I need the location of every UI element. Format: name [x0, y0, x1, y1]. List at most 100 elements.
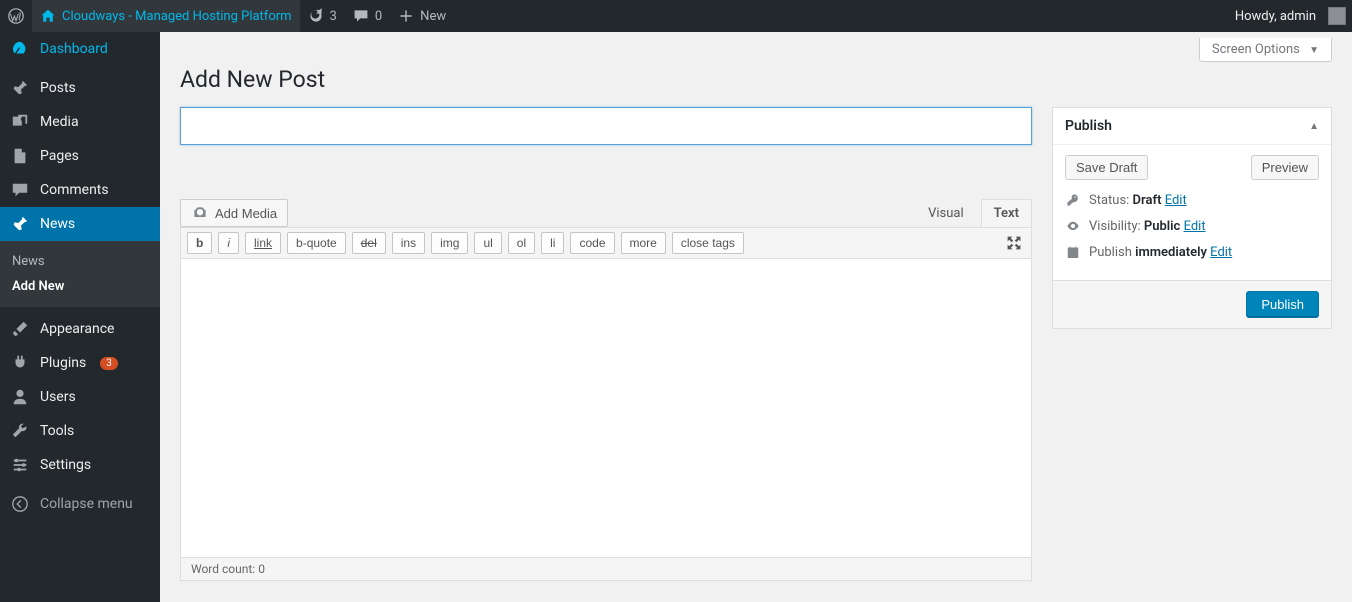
sidebar-label: News [40, 216, 75, 232]
wrench-icon [10, 421, 30, 441]
wp-logo[interactable] [0, 0, 32, 32]
comment-icon [10, 180, 30, 200]
sidebar-item-posts[interactable]: Posts [0, 71, 160, 105]
submenu-item-add-new[interactable]: Add New [0, 274, 160, 299]
schedule-line: Publish immediately Edit [1065, 244, 1319, 260]
plus-icon [398, 8, 414, 24]
sidebar-item-news[interactable]: News [0, 207, 160, 241]
media-icon [191, 204, 209, 222]
sidebar-item-users[interactable]: Users [0, 380, 160, 414]
new-label: New [420, 9, 446, 24]
qt-img[interactable]: img [431, 232, 468, 254]
submenu-item-news[interactable]: News [0, 249, 160, 274]
sidebar-label: Plugins [40, 355, 86, 371]
collapse-icon [10, 494, 30, 514]
sidebar-label: Appearance [40, 321, 114, 337]
word-count-value: 0 [258, 562, 265, 576]
publish-button[interactable]: Publish [1246, 291, 1319, 318]
qt-li[interactable]: li [541, 232, 564, 254]
chevron-down-icon: ▼ [1309, 45, 1319, 56]
sidebar-item-media[interactable]: Media [0, 105, 160, 139]
updates-count: 3 [330, 9, 337, 24]
publish-box-header[interactable]: Publish ▲ [1053, 108, 1331, 145]
sidebar-item-dashboard[interactable]: Dashboard [0, 32, 160, 66]
visibility-value: Public [1144, 219, 1180, 234]
speech-icon [353, 8, 369, 24]
comments-count: 0 [375, 9, 382, 24]
qt-more[interactable]: more [621, 232, 666, 254]
site-name-link[interactable]: Cloudways - Managed Hosting Platform [32, 0, 300, 32]
user-icon [10, 387, 30, 407]
sidebar-item-plugins[interactable]: Plugins 3 [0, 346, 160, 380]
content-area: Screen Options ▼ Add New Post Add Media … [160, 32, 1352, 602]
admin-sidebar: Dashboard Posts Media Pages Comments New… [0, 32, 160, 602]
chevron-up-icon[interactable]: ▲ [1309, 121, 1319, 132]
sidebar-label: Comments [40, 182, 109, 198]
site-title-text: Cloudways - Managed Hosting Platform [62, 9, 292, 24]
post-title-input[interactable] [180, 107, 1032, 145]
qt-ul[interactable]: ul [474, 232, 501, 254]
sidebar-label: Pages [40, 148, 79, 164]
qt-code[interactable]: code [570, 232, 614, 254]
sidebar-item-pages[interactable]: Pages [0, 139, 160, 173]
tab-text[interactable]: Text [981, 199, 1032, 227]
sidebar-label: Tools [40, 423, 74, 439]
sidebar-item-tools[interactable]: Tools [0, 414, 160, 448]
qt-link[interactable]: link [245, 232, 281, 254]
avatar-icon [1328, 7, 1346, 25]
plugins-update-badge: 3 [100, 357, 118, 370]
preview-button[interactable]: Preview [1251, 155, 1319, 180]
qt-bquote[interactable]: b-quote [287, 232, 346, 254]
media-icon [10, 112, 30, 132]
visibility-label: Visibility: [1089, 219, 1144, 234]
sidebar-label: Dashboard [40, 41, 108, 57]
qt-italic[interactable]: i [218, 232, 239, 254]
save-draft-button[interactable]: Save Draft [1065, 155, 1148, 180]
qt-bold[interactable]: b [187, 232, 212, 254]
publish-label: Publish [1089, 245, 1135, 260]
account-menu[interactable]: Howdy, admin [1227, 0, 1352, 32]
fullscreen-button[interactable] [1003, 232, 1025, 254]
edit-schedule-link[interactable]: Edit [1210, 245, 1232, 260]
new-content-link[interactable]: New [390, 0, 454, 32]
qt-close[interactable]: close tags [672, 232, 744, 254]
sidebar-submenu: News Add New [0, 241, 160, 307]
add-media-button[interactable]: Add Media [180, 199, 288, 227]
sidebar-label: Media [40, 114, 79, 130]
sidebar-label: Posts [40, 80, 76, 96]
brush-icon [10, 319, 30, 339]
refresh-icon [308, 8, 324, 24]
sidebar-collapse[interactable]: Collapse menu [0, 487, 160, 521]
sliders-icon [10, 455, 30, 475]
publish-metabox: Publish ▲ Save Draft Preview Status: Dra… [1052, 107, 1332, 329]
qt-ol[interactable]: ol [508, 232, 535, 254]
key-icon [1065, 192, 1081, 208]
admin-bar: Cloudways - Managed Hosting Platform 3 0… [0, 0, 1352, 32]
qt-ins[interactable]: ins [392, 232, 425, 254]
page-icon [10, 146, 30, 166]
updates-link[interactable]: 3 [300, 0, 345, 32]
qt-del[interactable]: del [352, 232, 386, 254]
edit-status-link[interactable]: Edit [1165, 193, 1187, 208]
edit-visibility-link[interactable]: Edit [1184, 219, 1206, 234]
eye-icon [1065, 218, 1081, 234]
tab-visual[interactable]: Visual [915, 199, 977, 227]
sidebar-item-appearance[interactable]: Appearance [0, 312, 160, 346]
fullscreen-icon [1006, 235, 1022, 251]
pin-icon [10, 78, 30, 98]
screen-options-toggle[interactable]: Screen Options ▼ [1199, 38, 1332, 62]
quicktags-toolbar: b i link b-quote del ins img ul ol li co… [180, 227, 1032, 258]
pin-icon [10, 214, 30, 234]
sidebar-label: Collapse menu [40, 496, 133, 512]
sidebar-item-settings[interactable]: Settings [0, 448, 160, 482]
calendar-icon [1065, 244, 1081, 260]
status-value: Draft [1133, 193, 1162, 208]
post-content-textarea[interactable] [180, 258, 1032, 558]
sidebar-item-comments[interactable]: Comments [0, 173, 160, 207]
comments-link[interactable]: 0 [345, 0, 390, 32]
sidebar-label: Users [40, 389, 76, 405]
page-title: Add New Post [180, 66, 1332, 93]
editor-status-bar: Word count: 0 [180, 558, 1032, 581]
publish-box-title: Publish [1065, 118, 1112, 134]
word-count-label: Word count: [191, 562, 258, 576]
